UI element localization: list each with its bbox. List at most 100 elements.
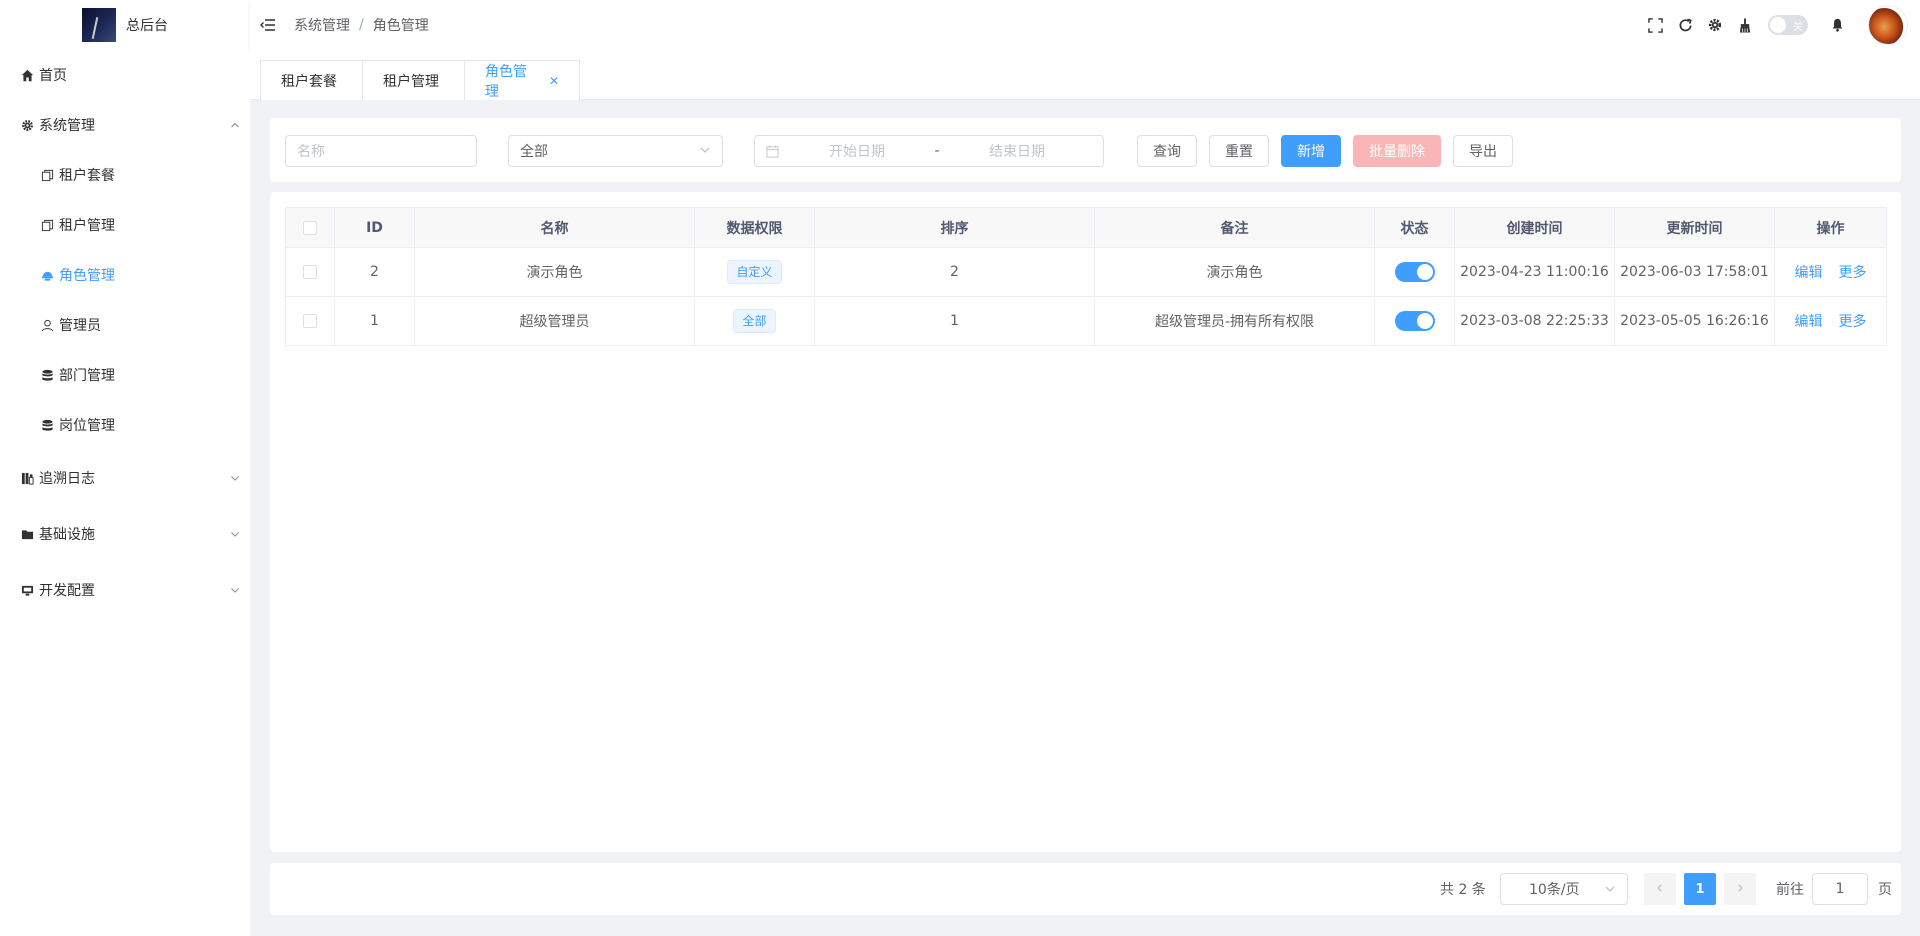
database-icon — [40, 418, 54, 432]
goto-page-input[interactable]: 1 — [1812, 873, 1868, 905]
breadcrumb-item-current: 角色管理 — [372, 18, 429, 34]
row-checkbox[interactable] — [303, 314, 317, 328]
sidebar-item-tenant-package[interactable]: 租户套餐 — [0, 150, 250, 200]
page-size-value: 10条/页 — [1529, 882, 1580, 898]
role-icon — [40, 268, 54, 282]
reset-button[interactable]: 重置 — [1209, 135, 1269, 167]
column-header: 排序 — [814, 207, 1095, 248]
chevron-down-icon — [1604, 883, 1616, 899]
page-size-select[interactable]: 10条/页 — [1500, 873, 1628, 905]
sidebar-logo[interactable]: 总后台 — [0, 0, 250, 50]
cell-id: 1 — [334, 296, 415, 346]
chevron-down-icon — [230, 583, 240, 599]
sidebar-item-role[interactable]: 角色管理 — [0, 250, 250, 300]
page-number-current[interactable]: 1 — [1684, 873, 1716, 905]
edit-link[interactable]: 编辑 — [1795, 314, 1823, 330]
query-button[interactable]: 查询 — [1137, 135, 1197, 167]
table-header-row: ID 名称 数据权限 排序 备注 状态 创建时间 更新时间 操作 — [285, 207, 1887, 248]
clear-cache-icon[interactable] — [1737, 17, 1753, 33]
sidebar-menu: 首页 系统管理 租户套餐 租户管理 角色管理 管理员 部门管理 岗位管理 追溯日… — [0, 50, 250, 615]
chevron-up-icon — [230, 118, 240, 134]
row-checkbox[interactable] — [303, 265, 317, 279]
cell-data-scope: 自定义 — [694, 247, 815, 297]
sidebar-item-dev-config[interactable]: 开发配置 — [0, 565, 250, 615]
more-link[interactable]: 更多 — [1839, 314, 1867, 330]
status-select-value: 全部 — [520, 144, 548, 160]
status-switch[interactable] — [1394, 311, 1435, 331]
column-header: 名称 — [414, 207, 695, 248]
cell-sort: 2 — [814, 247, 1095, 297]
select-all-checkbox[interactable] — [303, 220, 317, 235]
goto-page-value: 1 — [1835, 881, 1845, 897]
breadcrumb-item[interactable]: 系统管理 — [294, 15, 350, 35]
column-header: 备注 — [1094, 207, 1375, 248]
batch-delete-button[interactable]: 批量删除 — [1353, 135, 1441, 167]
copy-icon — [40, 168, 54, 182]
sidebar-item-label: 岗位管理 — [59, 418, 115, 434]
sidebar-item-admin[interactable]: 管理员 — [0, 300, 250, 350]
name-search-input[interactable]: 名称 — [285, 135, 477, 167]
end-date-input[interactable]: 结束日期 — [957, 141, 1077, 161]
row-select-cell — [285, 247, 335, 297]
user-icon — [40, 318, 54, 332]
tab-tenant-package[interactable]: 租户套餐 — [260, 60, 363, 100]
refresh-icon[interactable] — [1677, 17, 1693, 33]
tab-tenant[interactable]: 租户管理 — [362, 60, 465, 100]
sidebar-item-label: 开发配置 — [39, 583, 95, 599]
status-select[interactable]: 全部 — [508, 135, 723, 167]
cell-sort: 1 — [814, 296, 1095, 346]
cell-created: 2023-04-23 11:00:16 — [1454, 247, 1615, 297]
header: 系统管理 / 角色管理 关 — [250, 0, 1920, 50]
sidebar-item-label: 角色管理 — [59, 268, 115, 284]
breadcrumb: 系统管理 / 角色管理 — [294, 15, 429, 35]
fullscreen-icon[interactable] — [1647, 17, 1663, 33]
sidebar-item-label: 部门管理 — [59, 368, 115, 384]
date-range-picker[interactable]: 开始日期 - 结束日期 — [754, 135, 1104, 167]
cell-actions: 编辑 更多 — [1774, 247, 1887, 297]
edit-link[interactable]: 编辑 — [1795, 265, 1823, 281]
sidebar: 总后台 首页 系统管理 租户套餐 租户管理 角色管理 管理员 部门管理 岗位管理… — [0, 0, 250, 936]
sidebar-item-home[interactable]: 首页 — [0, 50, 250, 100]
cell-status — [1374, 247, 1455, 297]
gear-icon — [20, 118, 34, 132]
table-row: 2 演示角色 自定义 2 演示角色 2023-04-23 11:00:16 20… — [285, 247, 1887, 297]
app-title: 总后台 — [126, 18, 168, 34]
start-date-input[interactable]: 开始日期 — [797, 141, 917, 161]
sidebar-item-infrastructure[interactable]: 基础设施 — [0, 509, 250, 559]
pagination-total: 共 2 条 — [1440, 882, 1486, 898]
sidebar-item-department[interactable]: 部门管理 — [0, 350, 250, 400]
table-panel: ID 名称 数据权限 排序 备注 状态 创建时间 更新时间 操作 2 演示角色 … — [270, 192, 1901, 852]
cell-name: 超级管理员 — [414, 296, 695, 346]
cell-updated: 2023-06-03 17:58:01 — [1614, 247, 1775, 297]
copy-icon — [40, 218, 54, 232]
add-button[interactable]: 新增 — [1281, 135, 1341, 167]
sidebar-item-label: 租户套餐 — [59, 168, 115, 184]
collapse-sidebar-icon[interactable] — [260, 17, 276, 33]
close-icon[interactable]: ✕ — [549, 74, 559, 88]
next-page-button[interactable] — [1724, 873, 1756, 905]
more-link[interactable]: 更多 — [1839, 265, 1867, 281]
column-header: 数据权限 — [694, 207, 815, 248]
export-button[interactable]: 导出 — [1453, 135, 1513, 167]
prev-page-button[interactable] — [1644, 873, 1676, 905]
sidebar-item-trace-log[interactable]: 追溯日志 — [0, 453, 250, 503]
cell-remark: 演示角色 — [1094, 247, 1375, 297]
role-table: ID 名称 数据权限 排序 备注 状态 创建时间 更新时间 操作 2 演示角色 … — [285, 207, 1887, 346]
sidebar-item-post[interactable]: 岗位管理 — [0, 400, 250, 450]
monitor-icon — [20, 583, 34, 597]
select-all-cell — [285, 207, 335, 248]
chevron-down-icon — [699, 144, 711, 160]
sidebar-item-tenant[interactable]: 租户管理 — [0, 200, 250, 250]
date-separator: - — [934, 143, 940, 159]
settings-icon[interactable] — [1707, 17, 1723, 33]
cell-actions: 编辑 更多 — [1774, 296, 1887, 346]
theme-toggle[interactable]: 关 — [1768, 15, 1808, 35]
name-search-placeholder: 名称 — [297, 144, 325, 160]
theme-toggle-label: 关 — [1793, 22, 1803, 33]
bell-icon[interactable] — [1829, 17, 1845, 33]
cell-data-scope: 全部 — [694, 296, 815, 346]
user-avatar[interactable] — [1868, 5, 1908, 45]
status-switch[interactable] — [1394, 262, 1435, 282]
sidebar-item-system[interactable]: 系统管理 — [0, 100, 250, 150]
tab-role[interactable]: 角色管理 ✕ — [464, 60, 580, 100]
